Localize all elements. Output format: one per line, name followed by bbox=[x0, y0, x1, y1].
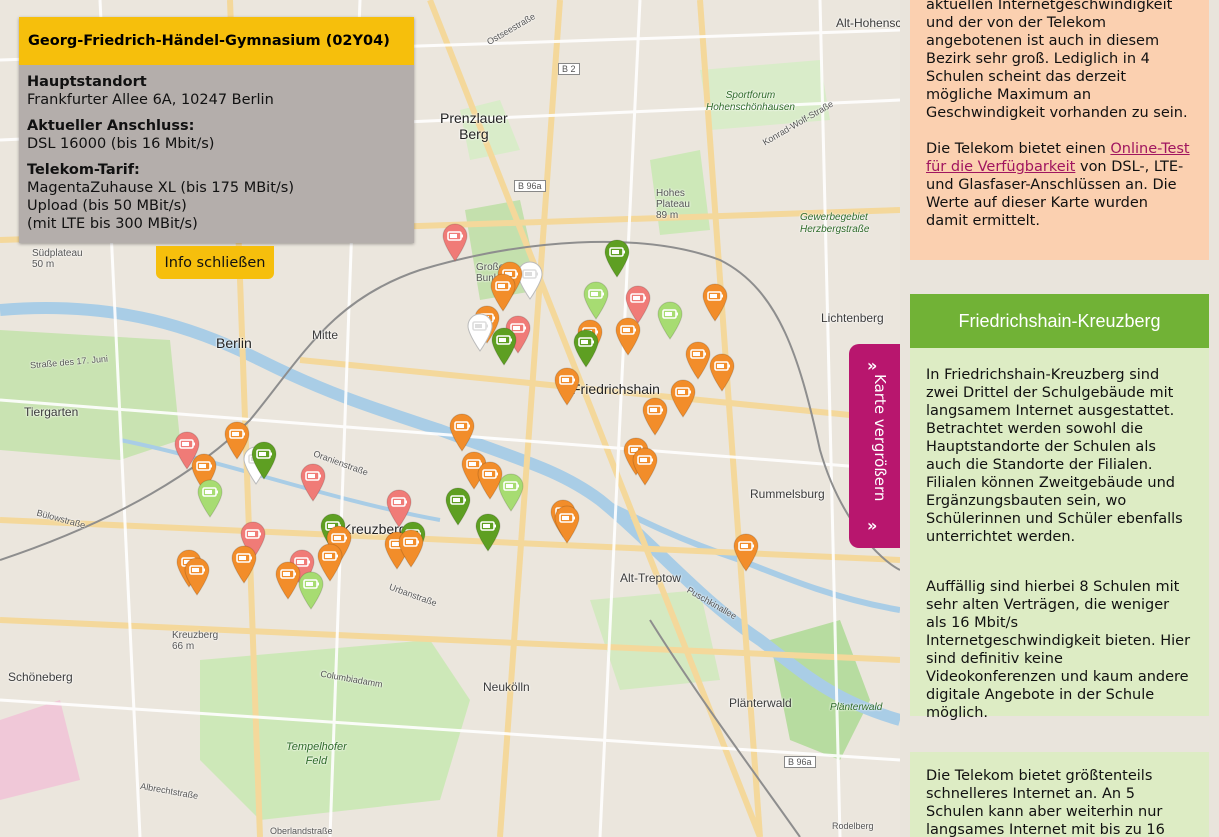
place-label: Gewerbegebiet Herzbergstraße bbox=[800, 212, 870, 235]
tariff-line: (mit LTE bis 300 MBit/s) bbox=[27, 216, 198, 232]
card-paragraph: Die Telekom bietet einen Online-Test für… bbox=[926, 140, 1193, 230]
place-label: Lichtenberg bbox=[821, 311, 884, 325]
district-title: Friedrichshain-Kreuzberg bbox=[910, 294, 1209, 348]
place-label: Tiergarten bbox=[24, 405, 79, 419]
school-marker[interactable] bbox=[614, 316, 642, 356]
school-marker[interactable] bbox=[297, 570, 325, 610]
school-marker[interactable] bbox=[603, 238, 631, 278]
school-marker[interactable] bbox=[230, 544, 258, 584]
enlarge-map-button[interactable]: » Karte vergrößern » bbox=[849, 344, 900, 548]
card-paragraph: Auffällig sind hierbei 8 Schulen mit seh… bbox=[926, 579, 1191, 721]
place-label: Alt-Treptow bbox=[620, 571, 681, 585]
place-label: Plänterwald bbox=[830, 702, 883, 713]
school-marker[interactable] bbox=[732, 532, 760, 572]
road-shield: B 96a bbox=[784, 756, 816, 768]
school-marker[interactable] bbox=[196, 478, 224, 518]
school-marker[interactable] bbox=[474, 512, 502, 552]
info-card: Die Telekom bietet größtenteils schnelle… bbox=[910, 752, 1209, 837]
place-label: Rodelberg bbox=[832, 821, 874, 831]
card-paragraph: aktuellen Internetgeschwindigkeit und de… bbox=[926, 0, 1188, 121]
chevron-right-icon: » bbox=[867, 516, 878, 535]
place-label: Prenzlauer Berg bbox=[440, 110, 508, 142]
school-marker[interactable] bbox=[497, 472, 525, 512]
place-label: Südplateau 50 m bbox=[32, 248, 83, 270]
school-info-box: Georg-Friedrich-Händel-Gymnasium (02Y04)… bbox=[19, 17, 414, 243]
tariff-line: MagentaZuhause XL (bis 175 MBit/s) bbox=[27, 180, 294, 196]
tariff-line: Upload (bis 50 MBit/s) bbox=[27, 198, 187, 214]
school-marker[interactable] bbox=[582, 280, 610, 320]
card-text: Die Telekom bietet einen bbox=[926, 141, 1111, 157]
card-paragraph: Die Telekom bietet größtenteils schnelle… bbox=[926, 768, 1165, 837]
school-marker[interactable] bbox=[708, 352, 736, 392]
school-marker[interactable] bbox=[250, 440, 278, 480]
school-marker[interactable] bbox=[444, 486, 472, 526]
place-label: Tempelhofer Feld bbox=[286, 741, 347, 767]
main-location-label: Hauptstandort bbox=[27, 74, 147, 90]
school-marker[interactable] bbox=[572, 328, 600, 368]
school-marker[interactable] bbox=[641, 396, 669, 436]
connection-value: DSL 16000 (bis 16 Mbit/s) bbox=[27, 136, 215, 152]
place-label: Friedrichshain bbox=[572, 381, 660, 397]
tariff-label: Telekom-Tarif: bbox=[27, 162, 140, 178]
school-marker[interactable] bbox=[299, 462, 327, 502]
school-marker[interactable] bbox=[553, 366, 581, 406]
school-marker[interactable] bbox=[441, 222, 469, 262]
place-label: Rummelsburg bbox=[750, 487, 825, 501]
place-label: Schöneberg bbox=[8, 670, 73, 684]
school-marker[interactable] bbox=[183, 556, 211, 596]
card-paragraph: In Friedrichshain-Kreuzberg sind zwei Dr… bbox=[926, 367, 1183, 545]
school-marker[interactable] bbox=[448, 412, 476, 452]
place-label: Kreuzberg 66 m bbox=[172, 630, 219, 652]
connection-label: Aktueller Anschluss: bbox=[27, 118, 195, 134]
place-label: Neukölln bbox=[483, 680, 530, 694]
road-shield: B 2 bbox=[558, 63, 580, 75]
school-marker[interactable] bbox=[669, 378, 697, 418]
place-label: Plänterwald bbox=[729, 696, 792, 710]
place-label: Alt-Hohensch bbox=[836, 16, 900, 30]
road-label: Oberlandstraße bbox=[270, 826, 333, 836]
side-panel[interactable]: aktuellen Internetgeschwindigkeit und de… bbox=[900, 0, 1219, 837]
school-address: Frankfurter Allee 6A, 10247 Berlin bbox=[27, 92, 274, 108]
district-card: Friedrichshain-Kreuzberg In Friedrichsha… bbox=[910, 294, 1209, 721]
school-marker[interactable] bbox=[701, 282, 729, 322]
close-info-button[interactable]: Info schließen bbox=[156, 246, 274, 279]
place-label: Hohes Plateau 89 m bbox=[656, 188, 690, 221]
road-shield: B 96a bbox=[514, 180, 546, 192]
school-title: Georg-Friedrich-Händel-Gymnasium (02Y04) bbox=[19, 17, 414, 65]
place-label: Mitte bbox=[312, 328, 339, 342]
school-marker[interactable] bbox=[553, 504, 581, 544]
school-marker[interactable] bbox=[631, 446, 659, 486]
school-marker[interactable] bbox=[397, 528, 425, 568]
place-label: Berlin bbox=[216, 335, 252, 351]
school-marker[interactable] bbox=[656, 300, 684, 340]
chevron-right-icon: » bbox=[867, 356, 878, 375]
school-marker[interactable] bbox=[490, 326, 518, 366]
info-card: aktuellen Internetgeschwindigkeit und de… bbox=[910, 0, 1209, 260]
place-label: Sportforum Hohenschönhausen bbox=[706, 90, 795, 113]
